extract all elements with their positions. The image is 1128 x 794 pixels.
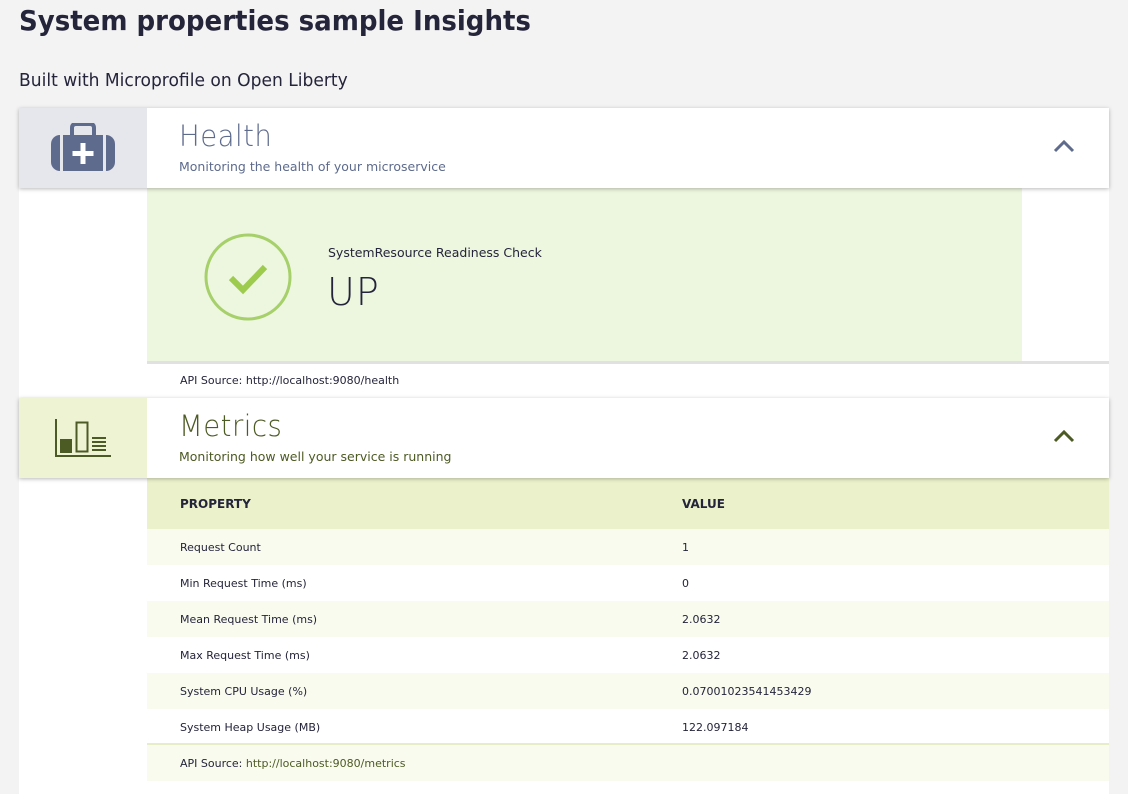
property-cell: System CPU Usage (%) <box>147 673 682 709</box>
metrics-table: PROPERTY VALUE Request Count 1 Min Reque… <box>147 478 1109 745</box>
table-header-row: PROPERTY VALUE <box>147 478 1109 529</box>
chevron-up-icon[interactable] <box>1053 138 1075 154</box>
health-api-link[interactable]: http://localhost:9080/health <box>246 374 399 387</box>
divider <box>147 361 1109 364</box>
metrics-footer: API Source: http://localhost:9080/metric… <box>147 743 1109 781</box>
api-source-label: API Source: <box>180 757 246 770</box>
metrics-section-header[interactable]: Metrics Monitoring how well your service… <box>19 398 1109 478</box>
api-source-label: API Source: <box>180 374 246 387</box>
health-description: Monitoring the health of your microservi… <box>179 159 446 174</box>
column-header-value: VALUE <box>682 478 1109 529</box>
property-cell: Min Request Time (ms) <box>147 565 682 601</box>
health-api-source: API Source: http://localhost:9080/health <box>180 374 399 387</box>
table-row: System CPU Usage (%) 0.07001023541453429 <box>147 673 1109 709</box>
chevron-up-icon[interactable] <box>1053 428 1075 444</box>
health-check-panel: SystemResource Readiness Check UP <box>147 188 1022 361</box>
table-row: Request Count 1 <box>147 529 1109 565</box>
property-cell: Max Request Time (ms) <box>147 637 682 673</box>
table-row: Max Request Time (ms) 2.0632 <box>147 637 1109 673</box>
property-cell: Mean Request Time (ms) <box>147 601 682 637</box>
first-aid-kit-icon <box>51 123 115 171</box>
value-cell: 2.0632 <box>682 637 1109 673</box>
health-title: Health <box>179 119 273 153</box>
value-cell: 2.0632 <box>682 601 1109 637</box>
page-title: System properties sample Insights <box>19 4 531 37</box>
table-row: Mean Request Time (ms) 2.0632 <box>147 601 1109 637</box>
metrics-title: Metrics <box>179 409 283 443</box>
value-cell: 0 <box>682 565 1109 601</box>
metrics-api-source: API Source: http://localhost:9080/metric… <box>180 757 406 770</box>
health-check-status: UP <box>327 270 380 314</box>
table-row: System Heap Usage (MB) 122.097184 <box>147 709 1109 745</box>
health-check-name: SystemResource Readiness Check <box>328 245 542 260</box>
property-cell: Request Count <box>147 529 682 565</box>
metrics-icon-box <box>19 398 147 478</box>
page-subtitle: Built with Microprofile on Open Liberty <box>19 70 348 91</box>
health-icon-box <box>19 108 147 188</box>
column-header-property: PROPERTY <box>147 478 682 529</box>
bar-chart-icon <box>55 419 111 457</box>
value-cell: 0.07001023541453429 <box>682 673 1109 709</box>
metrics-description: Monitoring how well your service is runn… <box>179 449 452 464</box>
table-row: Min Request Time (ms) 0 <box>147 565 1109 601</box>
value-cell: 122.097184 <box>682 709 1109 745</box>
metrics-api-link[interactable]: http://localhost:9080/metrics <box>246 757 406 770</box>
value-cell: 1 <box>682 529 1109 565</box>
check-circle-icon <box>204 233 292 321</box>
health-section-header[interactable]: Health Monitoring the health of your mic… <box>19 108 1109 188</box>
property-cell: System Heap Usage (MB) <box>147 709 682 745</box>
